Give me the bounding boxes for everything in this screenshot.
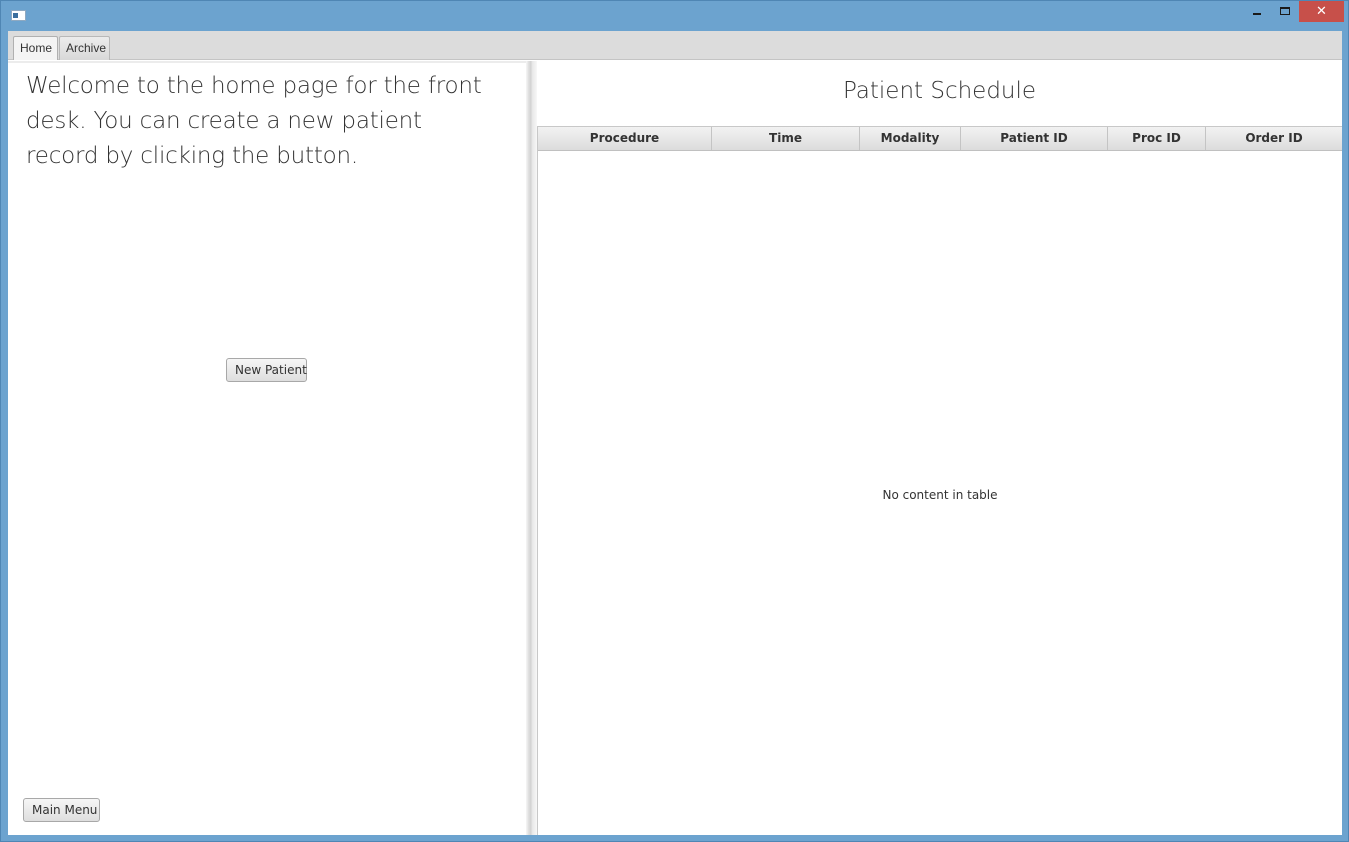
app-icon xyxy=(11,10,26,21)
welcome-text: Welcome to the home page for the front d… xyxy=(26,73,482,169)
table-header: Procedure Time Modality Patient ID Proc … xyxy=(538,127,1342,151)
column-header-patient-id[interactable]: Patient ID xyxy=(961,127,1108,150)
tab-archive[interactable]: Archive xyxy=(59,36,110,60)
close-icon: ✕ xyxy=(1316,4,1327,19)
schedule-title: Patient Schedule xyxy=(842,78,1037,104)
main-menu-button[interactable]: Main Menu xyxy=(23,798,100,822)
app-window: ✕ Home Archive Welcome to the home page … xyxy=(0,0,1349,842)
minimize-button[interactable] xyxy=(1243,1,1271,22)
column-header-order-id[interactable]: Order ID xyxy=(1206,127,1342,150)
client-area: Home Archive Welcome to the home page fo… xyxy=(8,31,1342,835)
split-pane-divider[interactable] xyxy=(526,61,537,835)
column-header-time[interactable]: Time xyxy=(712,127,860,150)
minimize-icon xyxy=(1253,13,1261,15)
maximize-button[interactable] xyxy=(1271,1,1299,22)
close-button[interactable]: ✕ xyxy=(1299,1,1344,22)
tab-home[interactable]: Home xyxy=(13,36,58,60)
schedule-table[interactable]: Procedure Time Modality Patient ID Proc … xyxy=(537,126,1342,835)
column-header-proc-id[interactable]: Proc ID xyxy=(1108,127,1206,150)
schedule-pane: Patient Schedule Procedure Time Modality… xyxy=(537,61,1342,835)
home-pane: Welcome to the home page for the front d… xyxy=(8,61,526,835)
table-empty-message: No content in table xyxy=(882,488,998,502)
title-bar[interactable]: ✕ xyxy=(1,1,1348,31)
tab-bar: Home Archive xyxy=(8,31,1342,60)
maximize-icon xyxy=(1280,7,1290,15)
column-header-modality[interactable]: Modality xyxy=(860,127,961,150)
new-patient-button[interactable]: New Patient xyxy=(226,358,307,382)
column-header-procedure[interactable]: Procedure xyxy=(538,127,712,150)
